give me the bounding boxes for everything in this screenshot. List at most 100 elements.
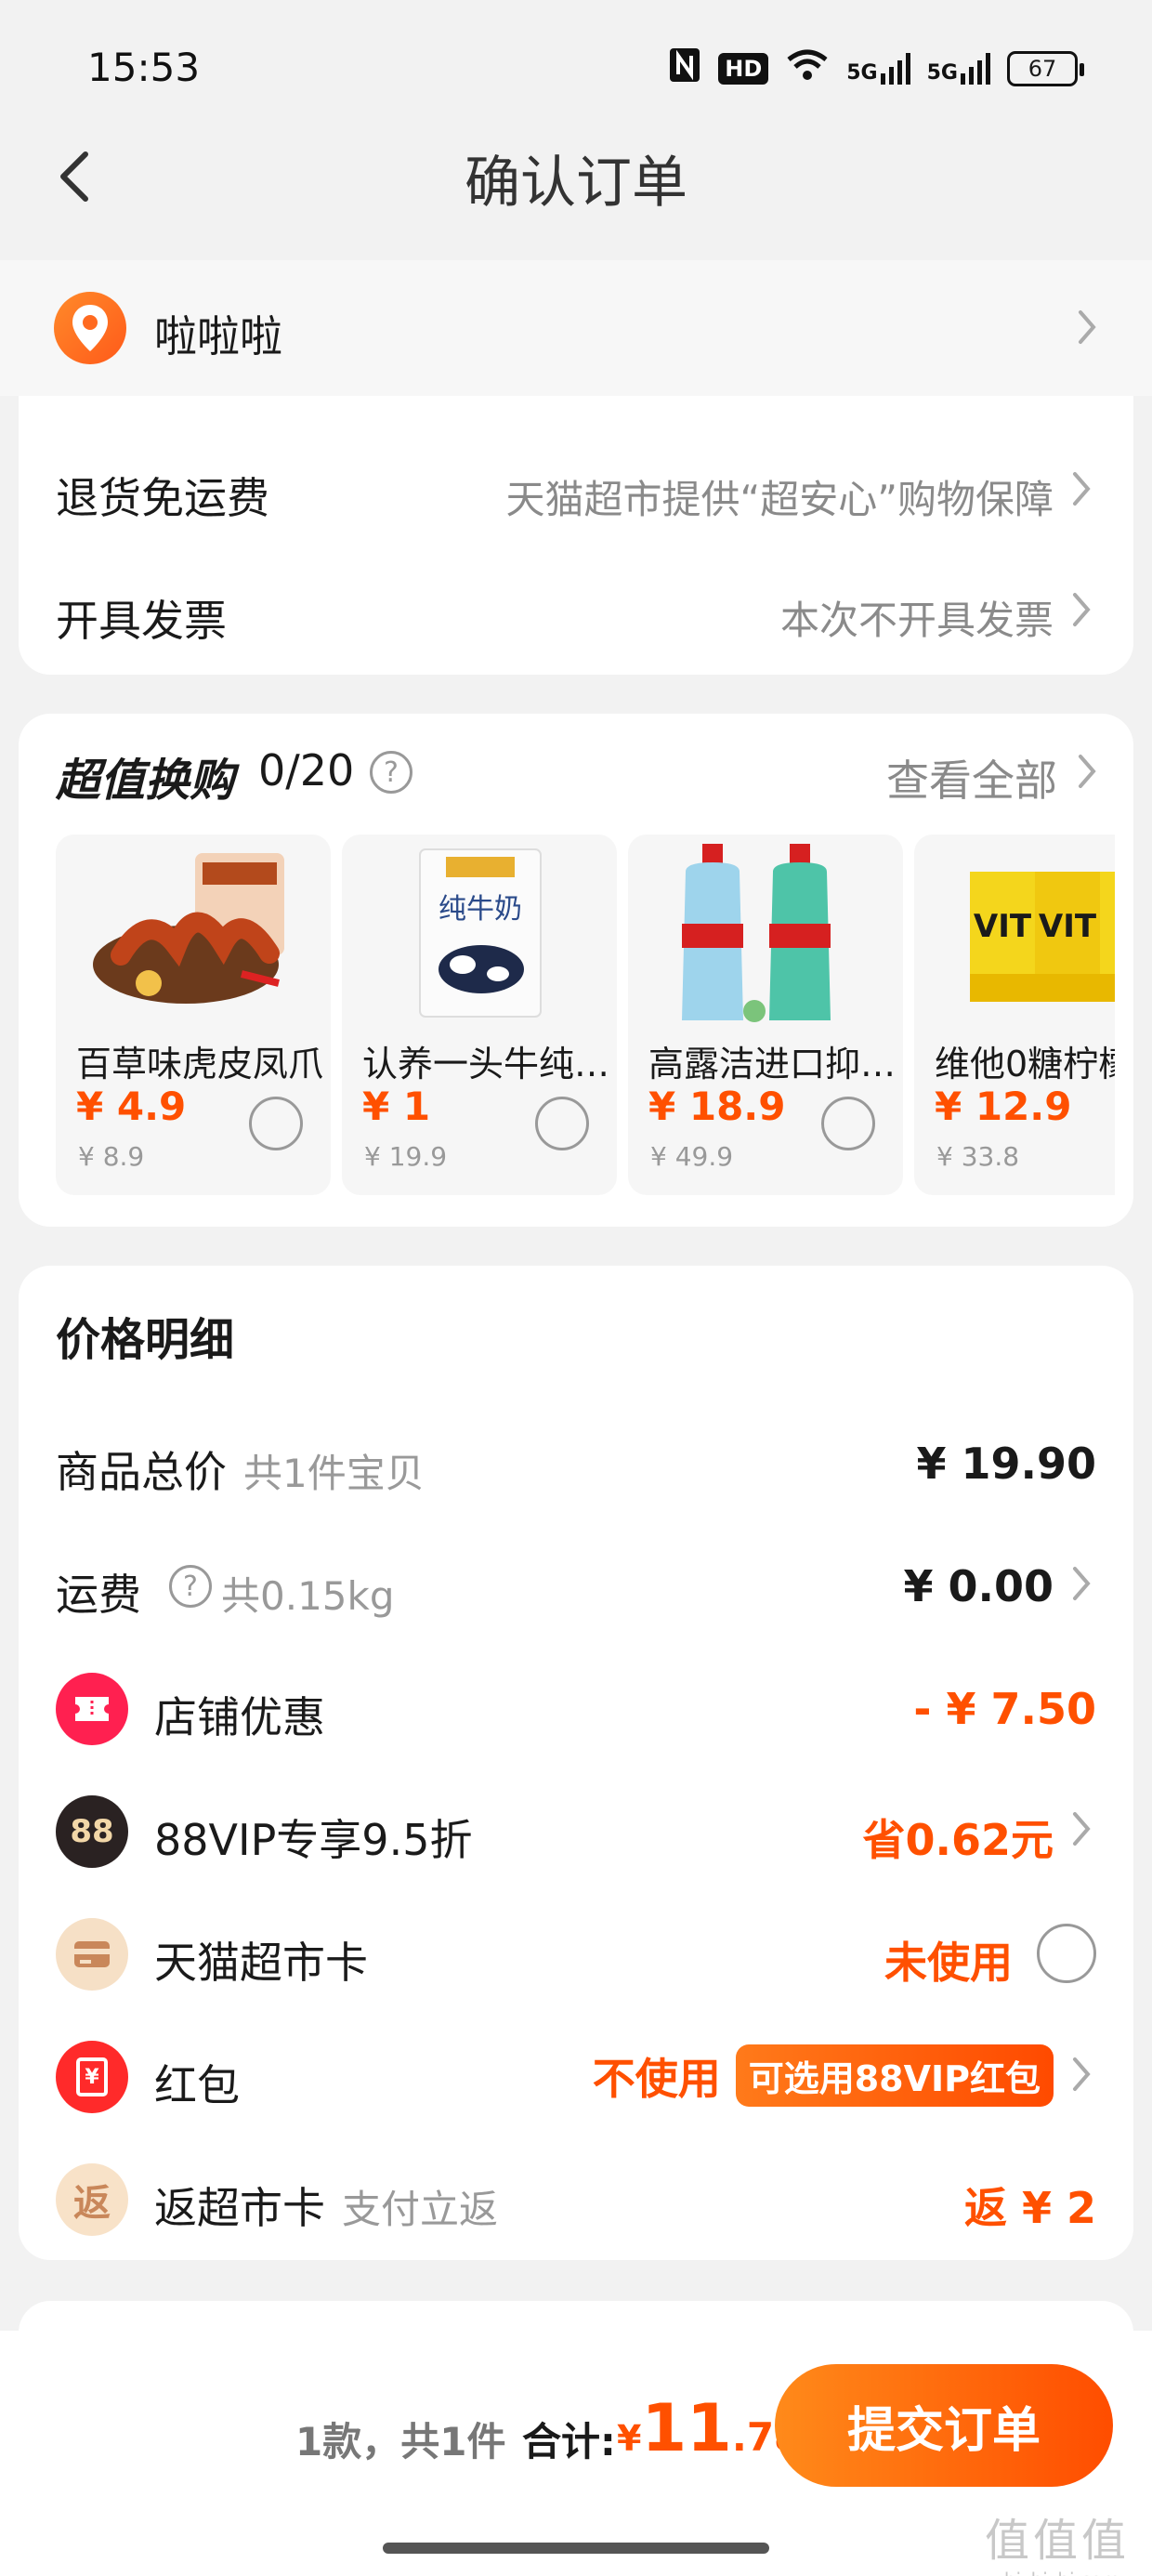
bottom-bar: 1款，共1件 合计: ¥11.78 提交订单 值值值 zhizhizhi.com (0, 2331, 1152, 2576)
chevron-right-icon (1063, 470, 1100, 507)
shipping-label: 运费 (56, 1561, 141, 1623)
cashback-sub: 支付立返 (342, 2187, 499, 2232)
goods-total-text: 商品总价 (56, 1447, 227, 1497)
chevron-right-icon (1068, 309, 1106, 346)
status-icons: HD 5G 5G 67 (668, 46, 1084, 91)
invoice-value: 本次不开具发票 (779, 598, 1054, 643)
cashback-value: 返 ¥ 2 (963, 2183, 1096, 2233)
total-integer: 11 (641, 2390, 732, 2466)
shop-discount-label: 店铺优惠 (154, 1692, 325, 1742)
total-label: 合计: (522, 2419, 616, 2464)
select-radio[interactable] (821, 1097, 875, 1150)
chevron-right-icon (1063, 591, 1100, 628)
market-card-value: 未使用 (884, 1938, 1013, 1988)
product-image (56, 835, 331, 1030)
total-amount: ¥11.78 (617, 2390, 801, 2466)
vip-discount-value[interactable]: 省0.62元 (863, 1807, 1054, 1868)
svg-text:纯牛奶: 纯牛奶 (439, 893, 522, 926)
product-original-price: ¥ 33.8 (936, 1141, 1020, 1172)
5g-signal-icon: 5G (927, 53, 990, 85)
market-card-label: 天猫超市卡 (154, 1938, 368, 1988)
shipping-text: 运费 (56, 1570, 141, 1620)
svg-text:VIT: VIT (1039, 908, 1097, 945)
product-original-price: ¥ 19.9 (364, 1141, 448, 1172)
vip-red-packet-tag: 可选用88VIP红包 (735, 2044, 1054, 2107)
red-packet-value: 不使用 (592, 2053, 721, 2104)
hd-icon: HD (718, 53, 769, 85)
product-price: ¥ 18.9 (648, 1084, 786, 1129)
deals-card: 超值换购 0/20 ? 查看全部 百草味虎皮凤爪 ¥ 4.9 ¥ 8.9 纯牛奶… (19, 714, 1133, 1227)
deal-item[interactable]: VIT VIT 维他0糖柠檬茶 ¥ 12.9 ¥ 33.8 (914, 835, 1115, 1195)
product-image (628, 835, 903, 1030)
header: 确认订单 (0, 121, 1152, 242)
return-value: 天猫超市提供“超安心”购物保障 (505, 477, 1054, 522)
deal-item[interactable]: 百草味虎皮凤爪 ¥ 4.9 ¥ 8.9 (56, 835, 331, 1195)
signal-2-label: 5G (926, 61, 958, 85)
product-name: 维他0糖柠檬茶 (935, 1044, 1115, 1084)
deal-item[interactable]: 高露洁进口抑菌漱口水 ¥ 18.9 ¥ 49.9 (628, 835, 903, 1195)
red-packet-label: 红包 (154, 2060, 240, 2110)
red-packet-icon-glyph: ¥ (76, 2057, 108, 2096)
coupon-icon (56, 1673, 128, 1745)
help-icon[interactable]: ? (169, 1565, 212, 1608)
watermark-sub: zhizhizhi.com (985, 2569, 1130, 2576)
product-original-price: ¥ 8.9 (78, 1141, 145, 1172)
price-details-title: 价格明细 (56, 1314, 235, 1366)
vip-discount-label: 88VIP专享9.5折 (154, 1815, 473, 1865)
battery-icon: 67 (1007, 51, 1084, 86)
status-time: 15:53 (87, 45, 201, 90)
goods-count: 共1件宝贝 (243, 1451, 425, 1496)
service-card: 退货免运费 天猫超市提供“超安心”购物保障 开具发票 本次不开具发票 (19, 396, 1133, 675)
red-packet-icon: ¥ (56, 2041, 128, 2113)
product-price: ¥ 1 (362, 1084, 431, 1129)
market-card-toggle[interactable] (1037, 1924, 1096, 1983)
return-row[interactable]: 退货免运费 天猫超市提供“超安心”购物保障 (19, 396, 1133, 523)
shop-discount-value: - ¥ 7.50 (913, 1684, 1096, 1734)
invoice-label: 开具发票 (56, 596, 227, 646)
product-image: 纯牛奶 (342, 835, 617, 1030)
home-indicator[interactable] (383, 2543, 769, 2554)
product-price: ¥ 4.9 (76, 1084, 187, 1129)
product-name: 认养一头牛纯牛奶 (362, 1044, 613, 1084)
red-packet-value-group[interactable]: 不使用 可选用88VIP红包 (593, 2044, 1054, 2107)
total-currency: ¥ (617, 2418, 642, 2459)
goods-total-value: ¥ 19.90 (916, 1439, 1096, 1489)
location-pin-icon (54, 292, 126, 364)
watermark-main: 值值值 (984, 2515, 1130, 2567)
select-radio[interactable] (249, 1097, 303, 1150)
submit-order-button[interactable]: 提交订单 (775, 2364, 1113, 2487)
svg-text:VIT: VIT (974, 908, 1032, 945)
product-name: 高露洁进口抑菌漱口水 (648, 1044, 899, 1084)
product-name: 百草味虎皮凤爪 (76, 1044, 324, 1084)
5g-signal-icon: 5G (846, 53, 910, 85)
product-image: VIT VIT (914, 835, 1115, 1030)
goods-total-label: 商品总价 共1件宝贝 (56, 1439, 425, 1500)
invoice-row[interactable]: 开具发票 本次不开具发票 (19, 545, 1133, 665)
card-icon (56, 1918, 128, 1991)
chevron-right-icon (1063, 1810, 1100, 1847)
watermark: 值值值 zhizhizhi.com (985, 2504, 1130, 2576)
product-price: ¥ 12.9 (935, 1084, 1072, 1129)
return-label: 退货免运费 (56, 473, 269, 523)
status-bar: 15:53 HD 5G 5G 67 (0, 0, 1152, 130)
vip-88-icon: 88 (56, 1795, 128, 1868)
address-bar[interactable]: 啦啦啦 (0, 260, 1152, 396)
nfc-icon (668, 46, 701, 91)
cashback-label: 返超市卡 支付立返 (154, 2175, 498, 2236)
shipping-weight: 共0.15kg (221, 1573, 395, 1619)
address-name: 啦啦啦 (154, 311, 282, 361)
deals-carousel[interactable]: 百草味虎皮凤爪 ¥ 4.9 ¥ 8.9 纯牛奶 认养一头牛纯牛奶 ¥ 1 ¥ 1… (56, 714, 1115, 1227)
signal-1-label: 5G (846, 61, 878, 85)
wifi-icon (785, 48, 830, 89)
page-title: 确认订单 (465, 151, 687, 216)
deal-item[interactable]: 纯牛奶 认养一头牛纯牛奶 ¥ 1 ¥ 19.9 (342, 835, 617, 1195)
item-count: 1款，共1件 (295, 2419, 506, 2464)
cashback-icon: 返 (56, 2163, 128, 2236)
price-details-card: 价格明细 商品总价 共1件宝贝 ¥ 19.90 运费 ? 共0.15kg ¥ 0.… (19, 1266, 1133, 2260)
shipping-value[interactable]: ¥ 0.00 (903, 1561, 1054, 1611)
product-original-price: ¥ 49.9 (650, 1141, 734, 1172)
select-radio[interactable] (535, 1097, 589, 1150)
chevron-right-icon (1063, 1565, 1100, 1602)
chevron-right-icon (1063, 2056, 1100, 2093)
cashback-text: 返超市卡 (154, 2183, 325, 2233)
